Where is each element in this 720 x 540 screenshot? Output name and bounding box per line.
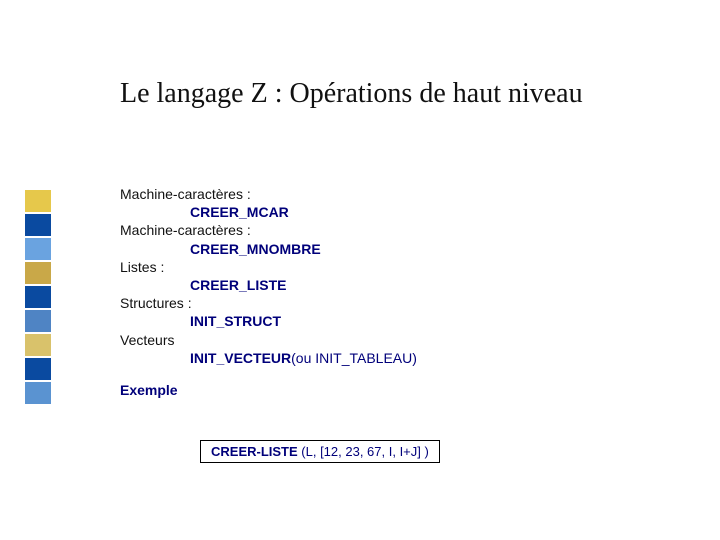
op-init-vecteur: INIT_VECTEUR(ou INIT_TABLEAU) (190, 349, 417, 367)
op-creer-liste: CREER_LISTE (190, 276, 417, 294)
decorative-sidebar (25, 190, 51, 406)
content-block: Machine-caractères : CREER_MCAR Machine-… (120, 185, 417, 399)
op-init-vecteur-name: INIT_VECTEUR (190, 350, 291, 366)
sidebar-block (25, 262, 51, 284)
op-init-vecteur-alt: (ou INIT_TABLEAU) (291, 350, 417, 366)
label-vecteurs: Vecteurs (120, 331, 417, 349)
slide-title: Le langage Z : Opérations de haut niveau (120, 78, 583, 110)
sidebar-block (25, 358, 51, 380)
sidebar-block (25, 214, 51, 236)
example-call: CREER-LISTE (211, 444, 298, 459)
sidebar-block (25, 310, 51, 332)
example-box: CREER-LISTE (L, [12, 23, 67, I, I+J] ) (200, 440, 440, 463)
sidebar-block (25, 286, 51, 308)
label-machine-caracteres-1: Machine-caractères : (120, 185, 417, 203)
op-init-struct: INIT_STRUCT (190, 312, 417, 330)
op-creer-mcar: CREER_MCAR (190, 203, 417, 221)
sidebar-block (25, 190, 51, 212)
sidebar-block (25, 334, 51, 356)
example-args: (L, [12, 23, 67, I, I+J] ) (298, 444, 429, 459)
example-label: Exemple (120, 381, 417, 399)
op-creer-mnombre: CREER_MNOMBRE (190, 240, 417, 258)
label-listes: Listes : (120, 258, 417, 276)
sidebar-block (25, 238, 51, 260)
label-machine-caracteres-2: Machine-caractères : (120, 221, 417, 239)
sidebar-block (25, 382, 51, 404)
label-structures: Structures : (120, 294, 417, 312)
